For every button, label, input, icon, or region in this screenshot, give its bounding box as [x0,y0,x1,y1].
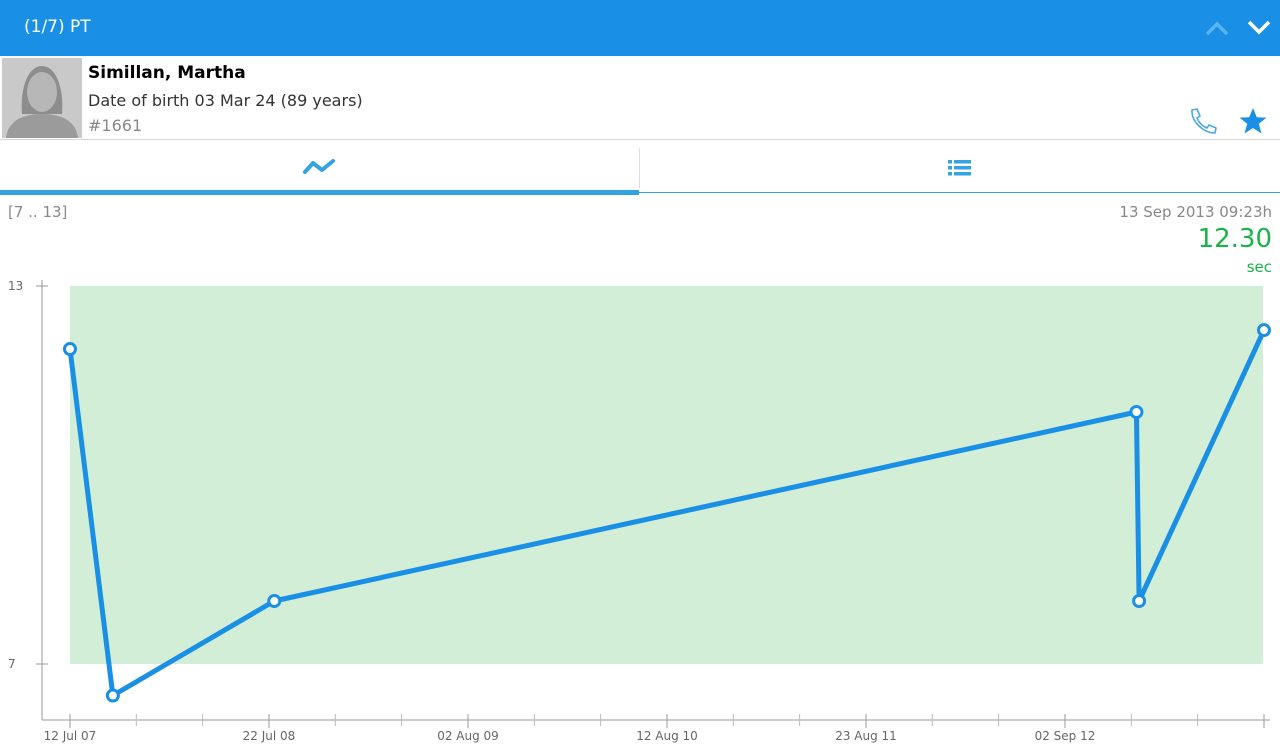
x-tick-label: 12 Jul 07 [44,729,97,743]
reading-timestamp: 13 Sep 2013 09:23h [1119,203,1272,221]
tab-selected-indicator [0,190,639,195]
x-tick-label: 02 Aug 09 [437,729,499,743]
chevron-down-icon[interactable] [1243,14,1275,42]
x-tick-label: 12 Aug 10 [636,729,698,743]
data-point [1257,323,1271,338]
tab-list[interactable] [640,140,1279,195]
data-point [63,342,77,356]
page-title: (1/7) PT [24,17,91,37]
normal-range-band [70,286,1263,664]
tab-bar [0,140,1280,195]
patient-name: Simillan, Martha [88,63,246,83]
y-tick-label: 13 [8,279,23,293]
reading-value: 12.30 [1197,224,1272,254]
data-point [105,688,120,703]
title-bar: (1/7) PT [0,0,1280,56]
chevron-up-icon[interactable] [1201,14,1233,42]
star-icon[interactable] [1237,105,1269,137]
list-icon [948,160,971,176]
phone-icon[interactable] [1186,106,1218,136]
trend-chart: 13 7 12 Jul 07 22 Jul 08 02 Aug 09 12 Aug 10 2… [8,279,1271,743]
y-tick-label: 7 [8,657,16,671]
x-tick-label: 23 Aug 11 [835,729,897,743]
x-tick-label: 22 Jul 08 [243,729,296,743]
patient-id: #1661 [88,116,143,135]
x-tick-label: 02 Sep 12 [1035,729,1096,743]
normal-range-label: [7 .. 13] [8,203,68,221]
data-point [267,594,282,608]
patient-header: Simillan, Martha Date of birth 03 Mar 24… [0,56,1280,140]
patient-dob: Date of birth 03 Mar 24 (89 years) [88,91,363,110]
data-point [1132,594,1147,608]
data-point [1129,405,1144,419]
trend-chart-icon [303,159,335,174]
tab-chart[interactable] [0,140,639,195]
avatar [2,58,82,138]
